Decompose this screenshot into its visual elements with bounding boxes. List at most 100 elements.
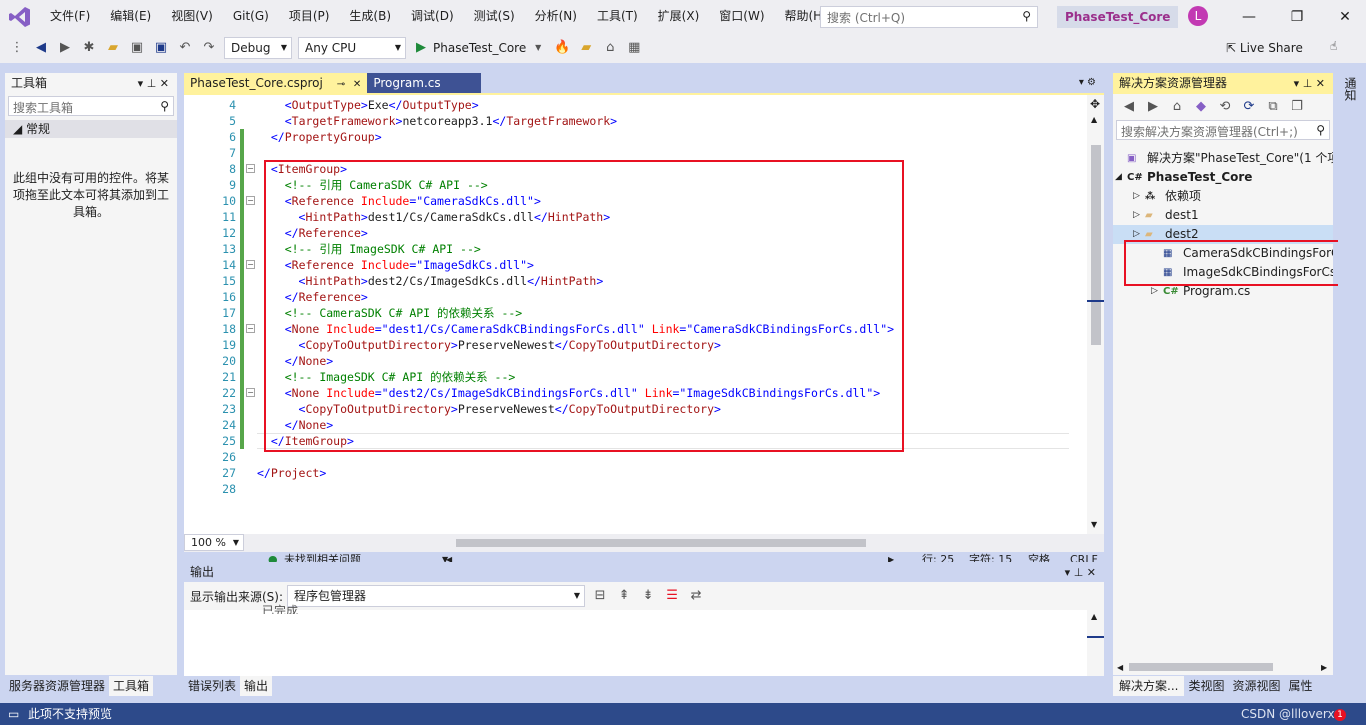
window-icon[interactable]: ▦	[625, 37, 643, 59]
fold-toggle-icon[interactable]: −	[246, 388, 255, 397]
notification-badge[interactable]: 1	[1334, 709, 1346, 721]
save-all-icon[interactable]: ▣	[152, 37, 170, 59]
next-message-icon[interactable]: ⇟	[639, 585, 657, 607]
menu-item[interactable]: 工具(T)	[587, 0, 648, 33]
fold-toggle-icon[interactable]: −	[246, 196, 255, 205]
solution-search-input[interactable]: 搜索解决方案资源管理器(Ctrl+;) ⚲	[1116, 120, 1330, 140]
close-icon[interactable]: ✕	[1336, 8, 1354, 26]
tab-class-view[interactable]: 类视图	[1184, 676, 1229, 696]
open-folder-icon[interactable]: ▰	[104, 37, 122, 59]
solution-hscrollbar[interactable]: ◀ ▶	[1113, 659, 1333, 675]
panel-options-icon[interactable]: ▾ ⊥ ✕	[1294, 73, 1325, 94]
expand-toggle-icon[interactable]: ◢	[1115, 168, 1122, 187]
chevron-down-icon[interactable]: ▼	[529, 37, 547, 59]
editor-status-bar: 100 % ▼ ● 未找到相关问题 ▼ ◀ ▶ 行: 25 字符: 15 空格 C…	[184, 534, 1104, 566]
menu-item[interactable]: 文件(F)	[40, 0, 100, 33]
tab-csproj[interactable]: PhaseTest_Core.csproj ⊸ ✕	[184, 73, 368, 93]
scroll-up-icon[interactable]: ▲	[1091, 612, 1097, 621]
fold-toggle-icon[interactable]: −	[246, 164, 255, 173]
folder-icon[interactable]: ▰	[577, 37, 595, 59]
avatar[interactable]: L	[1188, 6, 1208, 26]
configuration-select[interactable]: Debug ▼	[224, 37, 292, 59]
sync-icon[interactable]: ⟳	[1240, 96, 1258, 118]
tree-item[interactable]: ▣ 解决方案"PhaseTest_Core"(1 个项	[1113, 149, 1333, 168]
feedback-icon[interactable]: ☝	[1330, 39, 1337, 53]
split-icon[interactable]: ✥	[1090, 97, 1100, 111]
scroll-right-icon[interactable]: ▶	[1321, 663, 1327, 672]
toolbox-search-input[interactable]: 搜索工具箱 ⚲	[8, 96, 174, 116]
tab-error-list[interactable]: 错误列表	[184, 676, 241, 696]
restore-icon[interactable]: ❐	[1288, 8, 1306, 26]
back-icon[interactable]: ◀	[32, 37, 50, 59]
scroll-up-icon[interactable]: ▲	[1091, 115, 1097, 124]
undo-icon[interactable]: ↶	[176, 37, 194, 59]
home-icon[interactable]: ⌂	[1168, 96, 1186, 118]
pin-icon[interactable]: ⊸	[337, 79, 345, 90]
start-debug-icon[interactable]: ▶	[412, 37, 430, 59]
menu-item[interactable]: 项目(P)	[279, 0, 340, 33]
expand-toggle-icon[interactable]: ▷	[1133, 206, 1140, 225]
close-icon[interactable]: ✕	[353, 79, 361, 90]
output-text-area[interactable]: 已完成 ▲	[184, 604, 1104, 676]
tree-item[interactable]: ◢ C# PhaseTest_Core	[1113, 168, 1333, 187]
clear-all-icon[interactable]: ☰	[663, 585, 681, 607]
platform-select[interactable]: Any CPU ▼	[298, 37, 406, 59]
new-item-icon[interactable]: ✱	[80, 37, 98, 59]
expand-toggle-icon[interactable]: ▷	[1133, 187, 1140, 206]
menu-item[interactable]: 视图(V)	[161, 0, 223, 33]
menu-item[interactable]: 生成(B)	[339, 0, 401, 33]
notifications-tab[interactable]: 通知	[1342, 77, 1357, 101]
scroll-left-icon[interactable]: ◀	[1117, 663, 1123, 672]
menu-item[interactable]: 编辑(E)	[100, 0, 161, 33]
vertical-scrollbar[interactable]: ✥ ▲ ▼	[1087, 95, 1104, 534]
back-icon[interactable]: ◀	[1120, 96, 1138, 118]
panel-options-icon[interactable]: ▾ ⊥ ✕	[138, 73, 169, 94]
find-message-icon[interactable]: ⊟	[591, 585, 609, 607]
fold-toggle-icon[interactable]: −	[246, 260, 255, 269]
tree-item[interactable]: ▷ ⁂ 依赖项	[1113, 187, 1333, 206]
tab-resource-view[interactable]: 资源视图	[1228, 676, 1285, 696]
horizontal-scroll-thumb[interactable]	[1129, 663, 1273, 671]
forward-icon[interactable]: ▶	[1144, 96, 1162, 118]
menu-item[interactable]: 扩展(X)	[648, 0, 710, 33]
tab-server-explorer[interactable]: 服务器资源管理器	[5, 676, 110, 696]
panel-options-icon[interactable]: ▾ ⊥ ✕	[1065, 562, 1096, 583]
tab-solution-explorer[interactable]: 解决方案...	[1113, 676, 1185, 696]
tab-toolbox[interactable]: 工具箱	[109, 676, 154, 696]
tab-overflow-icon[interactable]: ▾ ⚙	[1079, 73, 1104, 93]
live-share-button[interactable]: ⇱ Live Share	[1226, 39, 1303, 57]
menu-item[interactable]: 分析(N)	[525, 0, 587, 33]
tab-program-cs[interactable]: Program.cs	[367, 73, 482, 93]
output-source-select[interactable]: 程序包管理器 ▼	[287, 585, 586, 607]
redo-icon[interactable]: ↷	[200, 37, 218, 59]
collapse-all-icon[interactable]: ⧉	[1264, 96, 1282, 118]
show-all-files-icon[interactable]: ❐	[1288, 96, 1306, 118]
zoom-select[interactable]: 100 % ▼	[184, 534, 244, 551]
search-input[interactable]: 搜索 (Ctrl+Q) ⚲	[820, 6, 1038, 28]
minimize-icon[interactable]: —	[1240, 8, 1258, 26]
save-icon[interactable]: ▣	[128, 37, 146, 59]
previous-message-icon[interactable]: ⇞	[615, 585, 633, 607]
menu-item[interactable]: Git(G)	[223, 0, 279, 33]
scroll-down-icon[interactable]: ▼	[1091, 520, 1097, 529]
toolbox-group-general[interactable]: ◢ 常规	[5, 120, 177, 138]
menu-item[interactable]: 调试(D)	[401, 0, 464, 33]
menu-item[interactable]: 测试(S)	[464, 0, 525, 33]
pending-changes-icon[interactable]: ⟲	[1216, 96, 1234, 118]
home-icon[interactable]: ⌂	[601, 37, 619, 59]
scroll-thumb[interactable]	[1091, 145, 1101, 345]
output-scrollbar[interactable]: ▲	[1087, 610, 1104, 676]
start-debug-target[interactable]: PhaseTest_Core	[433, 41, 526, 55]
hot-reload-icon[interactable]: 🔥	[553, 37, 571, 59]
forward-icon[interactable]: ▶	[56, 37, 74, 59]
tree-item[interactable]: ▷ ▰ dest1	[1113, 206, 1333, 225]
visual-studio-logo-icon[interactable]	[0, 0, 40, 33]
horizontal-scroll-thumb[interactable]	[456, 539, 866, 547]
fold-toggle-icon[interactable]: −	[246, 324, 255, 333]
menu-item[interactable]: 窗口(W)	[709, 0, 774, 33]
word-wrap-icon[interactable]: ⇄	[687, 585, 705, 607]
tree-item-label: 解决方案"PhaseTest_Core"(1 个项	[1147, 151, 1333, 165]
switch-views-icon[interactable]: ◆	[1192, 96, 1210, 118]
tab-properties[interactable]: 属性	[1284, 676, 1317, 696]
tab-output[interactable]: 输出	[240, 676, 273, 696]
